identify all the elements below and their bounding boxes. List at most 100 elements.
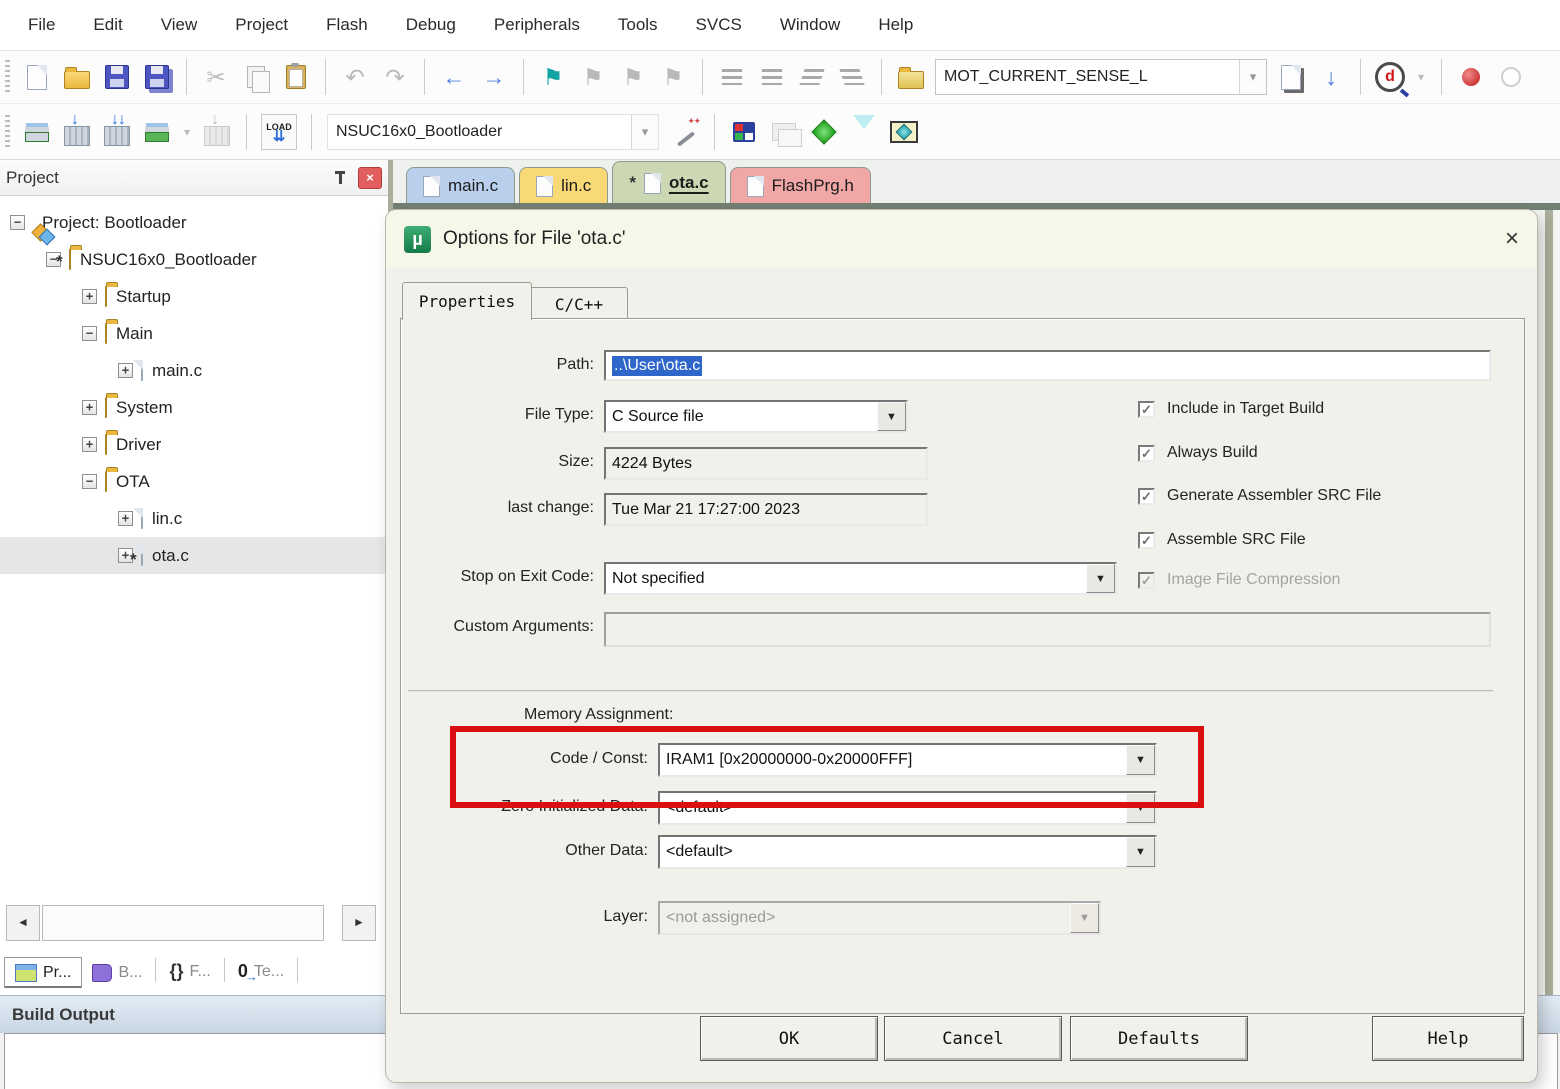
comment-icon[interactable]: [795, 60, 829, 94]
include-in-target-build-checkbox[interactable]: ✓ Include in Target Build: [1138, 400, 1324, 418]
other-data-combobox[interactable]: <default> ▼: [658, 835, 1157, 869]
custom-arguments-field[interactable]: [604, 612, 1491, 647]
new-file-icon[interactable]: [20, 60, 54, 94]
tab-books[interactable]: B...: [82, 958, 152, 988]
collapse-icon[interactable]: −: [82, 474, 97, 489]
tab-ota-c[interactable]: * ota.c: [612, 161, 725, 204]
collapse-icon[interactable]: −: [82, 326, 97, 341]
checkbox-check-icon[interactable]: ✓: [1138, 532, 1155, 549]
find-in-files-icon[interactable]: [894, 60, 928, 94]
expand-icon[interactable]: +: [82, 400, 97, 415]
tree-item-project-bootloader[interactable]: − Project: Bootloader: [0, 204, 398, 241]
copy-icon[interactable]: [239, 60, 273, 94]
stop-on-exit-combobox[interactable]: Not specified ▼: [604, 562, 1117, 595]
save-all-icon[interactable]: [140, 60, 174, 94]
scroll-left-icon[interactable]: ◄: [6, 905, 40, 941]
tree-item-nsuc16x0-bootloader[interactable]: − * NSUC16x0_Bootloader: [0, 241, 434, 278]
search-value[interactable]: MOT_CURRENT_SENSE_L: [936, 68, 1239, 86]
manage-layout-icon[interactable]: [767, 115, 801, 149]
menu-svcs[interactable]: SVCS: [696, 15, 742, 35]
debug-dropdown-icon[interactable]: ▾: [1413, 60, 1429, 94]
stop-build-icon[interactable]: [200, 115, 234, 149]
navigate-back-icon[interactable]: ←: [437, 60, 471, 94]
always-build-checkbox[interactable]: ✓ Always Build: [1138, 444, 1258, 462]
path-field[interactable]: ..\User\ota.c: [604, 350, 1491, 381]
find-icon[interactable]: [1274, 60, 1308, 94]
bookmark-toggle-icon[interactable]: ⚑: [536, 60, 570, 94]
translate-icon[interactable]: [20, 115, 54, 149]
file-type-combobox[interactable]: C Source file ▼: [604, 400, 908, 433]
menu-edit[interactable]: Edit: [93, 15, 122, 35]
dialog-title-bar[interactable]: µ Options for File 'ota.c' ×: [386, 210, 1537, 268]
expand-icon[interactable]: +: [82, 289, 97, 304]
pack-installer-icon[interactable]: [807, 115, 841, 149]
search-combobox[interactable]: MOT_CURRENT_SENSE_L ▾: [935, 59, 1267, 95]
open-file-icon[interactable]: [60, 60, 94, 94]
cut-icon[interactable]: ✂: [199, 60, 233, 94]
menu-file[interactable]: File: [28, 15, 55, 35]
indent-icon[interactable]: [715, 60, 749, 94]
tab-properties[interactable]: Properties: [402, 282, 532, 320]
tab-main-c[interactable]: main.c: [406, 167, 515, 204]
collapse-icon[interactable]: −: [10, 215, 25, 230]
toolbar-grip[interactable]: [5, 60, 10, 94]
bookmark-next-icon[interactable]: ⚑: [616, 60, 650, 94]
dropdown-arrow-icon[interactable]: ▼: [877, 402, 906, 431]
menu-peripherals[interactable]: Peripherals: [494, 15, 580, 35]
debug-session-icon[interactable]: d: [1373, 60, 1407, 94]
menu-window[interactable]: Window: [780, 15, 840, 35]
undo-icon[interactable]: ↶: [338, 60, 372, 94]
outdent-icon[interactable]: [755, 60, 789, 94]
assemble-src-checkbox[interactable]: ✓ Assemble SRC File: [1138, 531, 1306, 549]
cancel-button[interactable]: Cancel: [884, 1016, 1062, 1061]
tab-project[interactable]: Pr...: [4, 957, 82, 988]
target-options-icon[interactable]: [668, 115, 702, 149]
breakpoint-icon[interactable]: [1454, 60, 1488, 94]
incremental-find-icon[interactable]: ↓: [1314, 60, 1348, 94]
defaults-button[interactable]: Defaults: [1070, 1016, 1248, 1061]
tab-lin-c[interactable]: lin.c: [519, 167, 608, 204]
generate-assembler-src-checkbox[interactable]: ✓ Generate Assembler SRC File: [1138, 487, 1381, 505]
bookmark-previous-icon[interactable]: ⚑: [576, 60, 610, 94]
search-dropdown-icon[interactable]: ▾: [1239, 60, 1266, 94]
pin-icon[interactable]: [332, 169, 350, 187]
batch-build-icon[interactable]: [140, 115, 174, 149]
breakpoint-disabled-icon[interactable]: [1494, 60, 1528, 94]
target-dropdown-icon[interactable]: ▾: [631, 115, 658, 149]
tab-functions[interactable]: {} F...: [159, 955, 220, 988]
dropdown-arrow-icon[interactable]: ▼: [1086, 564, 1115, 593]
scroll-right-icon[interactable]: ►: [342, 905, 376, 941]
navigate-forward-icon[interactable]: →: [477, 60, 511, 94]
bookmark-clear-icon[interactable]: ⚑: [656, 60, 690, 94]
tab-flashprg-h[interactable]: FlashPrg.h: [730, 167, 871, 204]
manage-components-icon[interactable]: [727, 115, 761, 149]
target-combobox[interactable]: NSUC16x0_Bootloader ▾: [327, 114, 659, 150]
rebuild-icon[interactable]: [100, 115, 134, 149]
manage-run-time-icon[interactable]: [847, 115, 881, 149]
expand-icon[interactable]: +: [118, 363, 133, 378]
ok-button[interactable]: OK: [700, 1016, 878, 1061]
editor-vertical-scrollbar[interactable]: [1545, 210, 1553, 1089]
build-icon[interactable]: [60, 115, 94, 149]
select-packs-icon[interactable]: [887, 115, 921, 149]
dialog-close-icon[interactable]: ×: [1505, 227, 1519, 251]
expand-icon[interactable]: +: [118, 511, 133, 526]
download-flash-icon[interactable]: LOAD⇊: [259, 115, 299, 149]
expand-icon[interactable]: +: [82, 437, 97, 452]
uncomment-icon[interactable]: [835, 60, 869, 94]
tab-c-cpp[interactable]: C/C++: [530, 287, 628, 321]
dropdown-arrow-icon[interactable]: ▼: [1126, 837, 1155, 867]
menu-view[interactable]: View: [161, 15, 198, 35]
target-value[interactable]: NSUC16x0_Bootloader: [328, 123, 631, 141]
checkbox-check-icon[interactable]: ✓: [1138, 401, 1155, 418]
help-button[interactable]: Help: [1372, 1016, 1524, 1061]
checkbox-check-icon[interactable]: ✓: [1138, 488, 1155, 505]
paste-icon[interactable]: [279, 60, 313, 94]
tab-templates[interactable]: 0→ Te...: [228, 955, 294, 988]
save-icon[interactable]: [100, 60, 134, 94]
redo-icon[interactable]: ↷: [378, 60, 412, 94]
menu-help[interactable]: Help: [878, 15, 913, 35]
checkbox-check-icon[interactable]: ✓: [1138, 445, 1155, 462]
menu-tools[interactable]: Tools: [618, 15, 658, 35]
menu-flash[interactable]: Flash: [326, 15, 368, 35]
